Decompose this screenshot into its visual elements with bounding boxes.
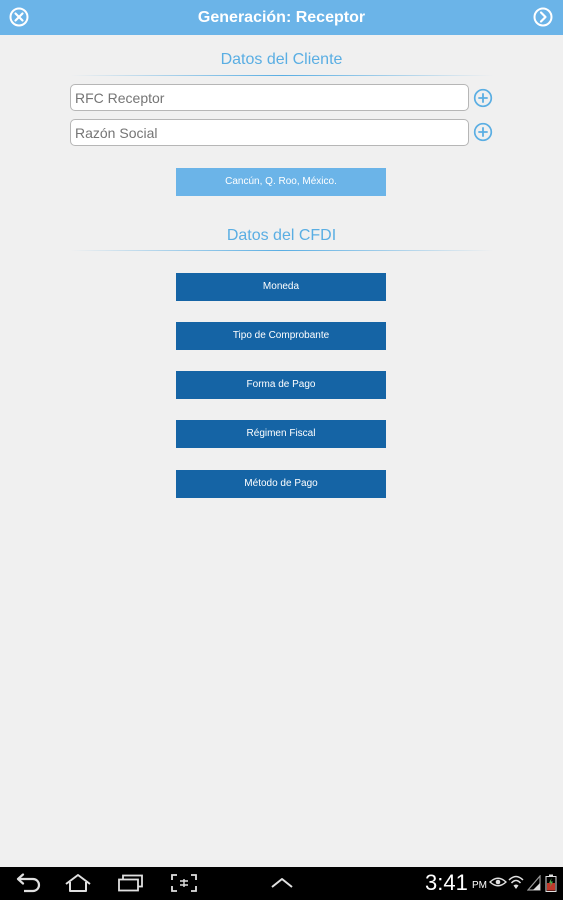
page-title: Generación: Receptor: [197, 9, 366, 26]
next-icon[interactable]: [532, 6, 554, 28]
forma-pago-button[interactable]: Forma de Pago: [176, 371, 386, 399]
add-razon-social-button[interactable]: [473, 122, 493, 142]
section-title-cfdi: Datos del CFDI: [226, 227, 337, 244]
regimen-fiscal-button[interactable]: Régimen Fiscal: [176, 420, 386, 448]
section-title-cliente: Datos del Cliente: [220, 51, 343, 68]
plus-circle-icon: [473, 122, 493, 142]
metodo-pago-button[interactable]: Método de Pago: [176, 470, 386, 498]
wifi-icon: [508, 874, 524, 890]
moneda-button[interactable]: Moneda: [176, 273, 386, 301]
status-clock-ampm: PM: [472, 880, 487, 891]
screenshot-icon[interactable]: [171, 874, 197, 892]
rfc-receptor-input[interactable]: [70, 84, 469, 111]
system-navigation-bar: 3:41 PM: [0, 867, 563, 900]
app-header: Generación: Receptor: [0, 0, 563, 35]
location-button[interactable]: Cancún, Q. Roo, México.: [176, 168, 386, 196]
razon-social-input[interactable]: [70, 119, 469, 146]
section-divider: [70, 75, 494, 76]
eye-icon: [489, 876, 507, 888]
plus-circle-icon: [473, 88, 493, 108]
battery-icon: [545, 874, 557, 892]
add-rfc-button[interactable]: [473, 88, 493, 108]
section-divider: [70, 250, 494, 251]
back-icon[interactable]: [14, 873, 42, 893]
signal-icon: [527, 875, 541, 891]
status-clock: 3:41: [425, 870, 468, 895]
home-icon[interactable]: [64, 873, 92, 893]
recent-apps-icon[interactable]: [117, 874, 145, 892]
tipo-comprobante-button[interactable]: Tipo de Comprobante: [176, 322, 386, 350]
up-arrow-icon[interactable]: [270, 877, 294, 889]
